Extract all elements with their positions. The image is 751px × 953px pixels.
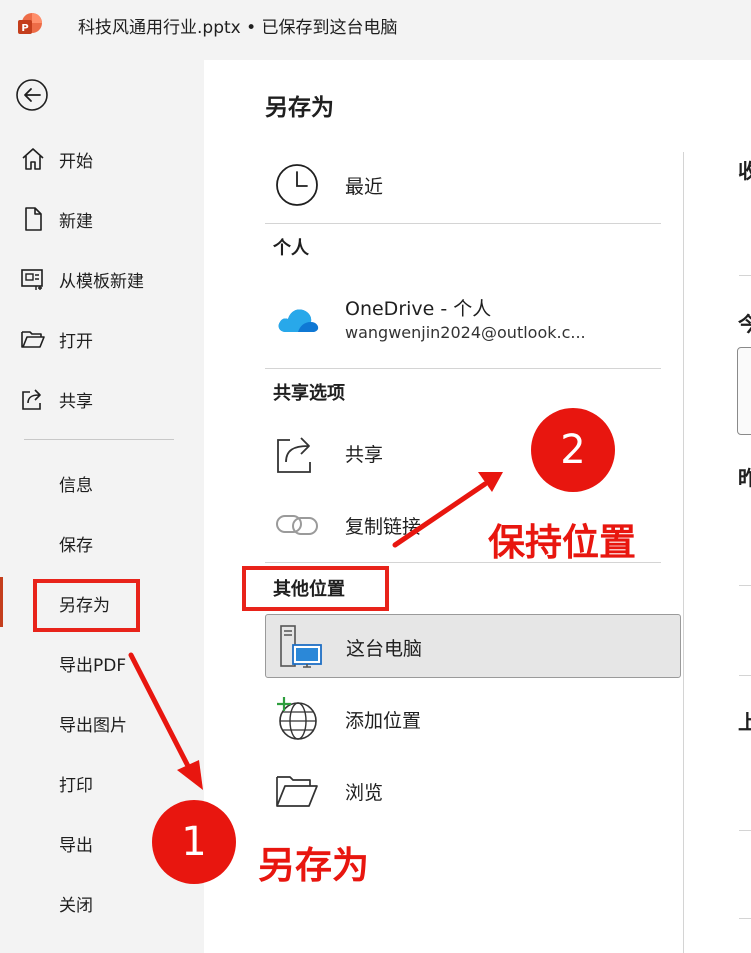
svg-text:P: P [21,23,28,34]
section-separator [265,223,661,224]
nav-item-label: 打开 [59,332,93,352]
share-icon [22,389,41,410]
nav-item-label: 导出PDF [59,656,127,676]
page-title: 另存为 [265,95,334,121]
location-label: 最近 [345,176,384,198]
clock-icon [276,164,318,206]
nav-item-label: 保存 [59,536,93,556]
location-browse[interactable]: 浏览 [264,766,682,816]
nav-item-close[interactable]: 关闭 [0,880,203,924]
location-label: OneDrive - 个人 [345,298,492,320]
nav-item-export-pdf[interactable]: 导出PDF [0,640,203,684]
nav-item-save[interactable]: 保存 [0,520,203,564]
panel-divider [683,152,684,953]
right-panel-heading: 今 [738,312,751,336]
nav-item-label: 共享 [59,392,93,412]
share-icon [277,437,311,473]
right-panel-separator [739,275,751,276]
nav-item-label: 开始 [59,152,93,172]
link-icon [276,515,318,535]
nav-item-label: 打印 [59,776,93,796]
nav-item-template[interactable]: 从模板新建 [0,256,203,300]
right-panel-heading: 上 [738,710,751,734]
location-label: 共享 [345,444,384,466]
title-bar: P 科技风通用行业.pptx • 已保存到这台电脑 [0,0,751,50]
location-label: 浏览 [345,782,384,804]
nav-item-label: 关闭 [59,896,93,916]
location-label: 复制链接 [345,516,422,538]
folder-open-icon [21,331,45,348]
section-heading-personal: 个人 [273,238,309,259]
right-panel-heading: 昨 [738,466,751,490]
location-onedrive[interactable]: OneDrive - 个人 wangwenjin2024@outlook.c..… [264,290,682,350]
location-add[interactable]: 添加位置 [264,694,682,744]
back-arrow-icon[interactable] [15,78,49,112]
nav-item-label: 导出图片 [59,716,127,736]
onedrive-account: wangwenjin2024@outlook.c... [345,323,586,342]
globe-add-icon [277,697,317,740]
location-this-pc[interactable]: 这台电脑 [265,614,681,678]
location-share[interactable]: 共享 [264,428,682,478]
section-separator [265,368,661,369]
annotation-box-save-as [33,579,140,632]
section-heading-share-options: 共享选项 [273,383,345,404]
computer-icon [280,625,322,668]
location-recent[interactable]: 最近 [264,160,682,210]
annotation-label-save-as: 另存为 [258,844,369,887]
nav-item-open[interactable]: 打开 [0,316,203,360]
nav-item-label: 从模板新建 [59,272,144,292]
window-title: 科技风通用行业.pptx • 已保存到这台电脑 [78,18,398,38]
folder-icon [276,776,318,807]
sidebar-divider [24,439,174,440]
nav-item-share[interactable]: 共享 [0,376,203,420]
nav-item-export-image[interactable]: 导出图片 [0,700,203,744]
right-panel-heading: 收 [738,159,751,183]
right-panel-separator [739,585,751,586]
nav-item-print[interactable]: 打印 [0,760,203,804]
nav-item-info[interactable]: 信息 [0,460,203,504]
annotation-badge-1: 1 [152,800,236,884]
annotation-box-other-locations [242,566,389,611]
annotation-label-keep-location: 保持位置 [488,521,636,564]
home-icon [22,148,44,170]
onedrive-cloud-icon [278,309,319,332]
powerpoint-app-icon: P [18,13,42,34]
template-icon [21,269,43,290]
right-panel-folder-card[interactable] [737,347,751,435]
location-label: 这台电脑 [346,638,423,660]
annotation-badge-2: 2 [531,408,615,492]
nav-item-label: 信息 [59,476,93,496]
right-panel-separator [739,675,751,676]
location-label: 添加位置 [345,710,422,732]
nav-item-label: 新建 [59,212,93,232]
right-panel-separator [739,830,751,831]
nav-item-home[interactable]: 开始 [0,136,203,180]
nav-item-label: 导出 [59,836,93,856]
new-file-icon [25,207,42,231]
right-panel-separator [739,918,751,919]
nav-item-new[interactable]: 新建 [0,196,203,240]
